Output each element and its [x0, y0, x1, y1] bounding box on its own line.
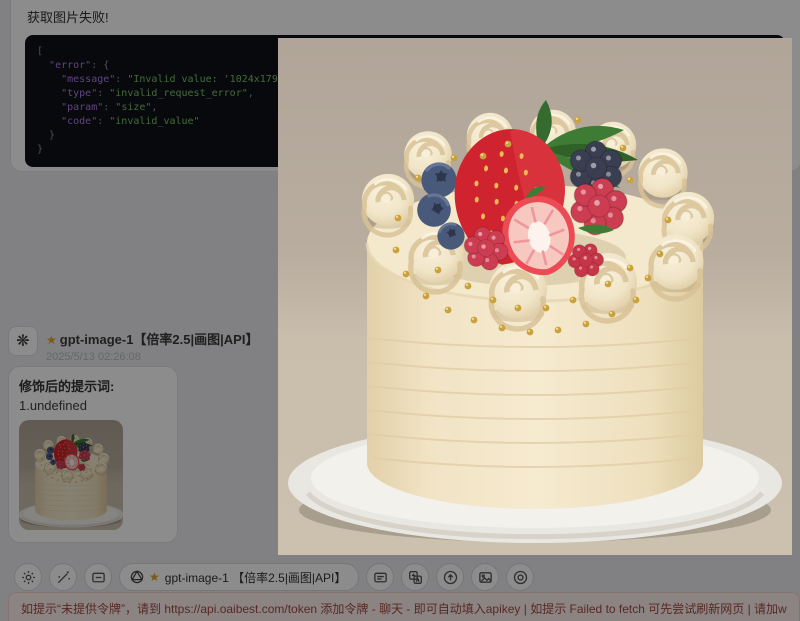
- lightbox-image[interactable]: [278, 38, 792, 555]
